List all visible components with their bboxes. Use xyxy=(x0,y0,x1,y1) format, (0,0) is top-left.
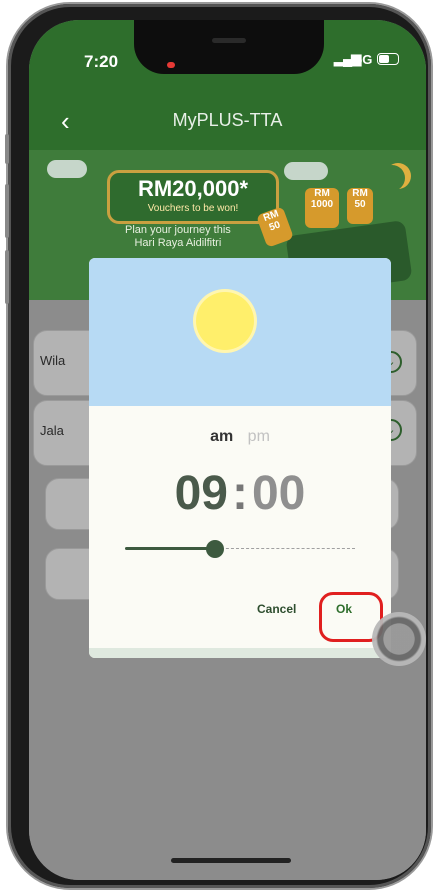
cancel-button[interactable]: Cancel xyxy=(257,602,296,616)
touch-indicator xyxy=(372,612,426,666)
page-title: MyPLUS-TTA xyxy=(172,110,283,130)
sun-icon xyxy=(196,292,254,350)
status-time: 7:20 xyxy=(84,52,119,71)
journey-line-2: Hari Raya Aidilfitri xyxy=(134,237,222,249)
phone-frame: 7:20 ▂▄▆ 5G ‹ MyPLUS-TTA RM20,000* Vouch… xyxy=(5,4,431,888)
journey-line-1: Plan your journey this xyxy=(125,224,231,236)
time-slider-fill xyxy=(125,547,215,550)
pm-option[interactable]: pm xyxy=(248,428,270,445)
mute-switch xyxy=(5,134,9,164)
app-header: ‹ MyPLUS-TTA xyxy=(29,96,426,150)
phone-screen: 7:20 ▂▄▆ 5G ‹ MyPLUS-TTA RM20,000* Vouch… xyxy=(29,20,426,880)
volume-up-button xyxy=(5,184,9,238)
notch xyxy=(134,20,324,74)
journey-text: Plan your journey this Hari Raya Aidilfi… xyxy=(125,224,231,250)
status-bar: 7:20 ▂▄▆ 5G xyxy=(29,20,426,96)
am-pm-toggle: am pm xyxy=(89,428,391,446)
speaker-grille xyxy=(212,38,246,43)
dialog-footer-strip xyxy=(89,648,391,658)
crescent-moon-icon xyxy=(379,165,405,191)
voucher-subtitle: Vouchers to be won! xyxy=(147,203,239,214)
daytime-illustration xyxy=(89,258,391,406)
gift-box-icon: RM 1000 xyxy=(305,188,339,228)
time-slider-thumb[interactable] xyxy=(205,540,224,558)
volume-down-button xyxy=(5,250,9,304)
hour-value[interactable]: 09 xyxy=(175,467,228,520)
time-separator: : xyxy=(232,467,248,520)
cloud-icon xyxy=(284,162,328,180)
battery-icon xyxy=(377,53,399,65)
am-option[interactable]: am xyxy=(210,428,233,445)
voucher-amount: RM20,000* xyxy=(137,176,249,201)
minute-value[interactable]: 00 xyxy=(252,467,305,520)
home-indicator[interactable] xyxy=(171,858,291,863)
gift-box-icon: RM 50 xyxy=(347,188,373,224)
time-display: 09:00 xyxy=(89,466,391,521)
road-field-label: Jala xyxy=(40,423,64,438)
voucher-ticket: RM20,000* Vouchers to be won! xyxy=(107,170,279,224)
network-type: 5G xyxy=(355,52,373,67)
cloud-icon xyxy=(47,160,87,178)
recording-indicator-icon xyxy=(167,62,175,68)
region-field-label: Wila xyxy=(40,353,66,368)
